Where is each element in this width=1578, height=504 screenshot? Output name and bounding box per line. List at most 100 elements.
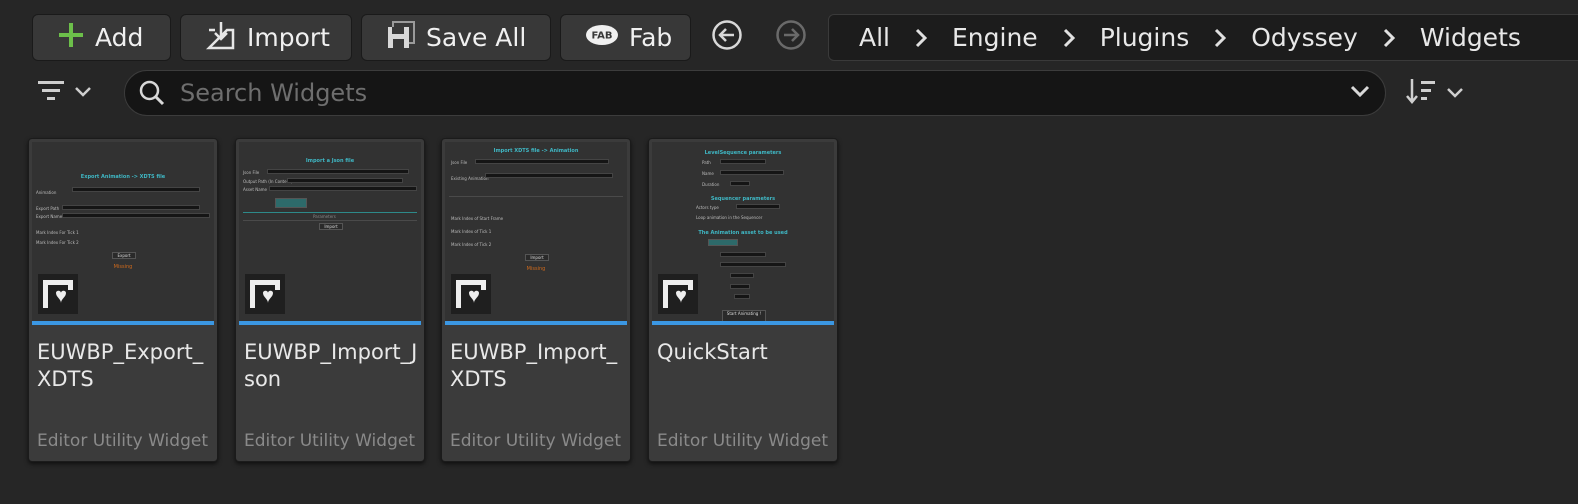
sort-button[interactable] — [1404, 76, 1464, 110]
preview-label: Json File — [451, 160, 468, 165]
preview-field — [720, 159, 766, 164]
chevron-right-icon[interactable] — [914, 28, 928, 48]
breadcrumb-item-engine[interactable]: Engine — [952, 23, 1038, 52]
preview-field — [475, 159, 609, 164]
preview-field — [720, 252, 766, 257]
preview-field — [269, 186, 417, 191]
preview-field — [62, 205, 200, 210]
preview-field — [734, 294, 750, 299]
preview-tab — [708, 239, 738, 246]
import-button[interactable]: Import — [180, 14, 352, 61]
preview-button: Import — [525, 254, 549, 261]
preview-button: Export — [112, 252, 136, 259]
editor-utility-widget-icon — [245, 274, 285, 314]
chevron-down-icon — [1446, 84, 1464, 103]
asset-type-bar — [652, 321, 834, 325]
asset-grid: Export Animation -> XDTS file Animation … — [0, 130, 1578, 504]
chevron-right-icon[interactable] — [1382, 28, 1396, 48]
back-button[interactable] — [710, 20, 744, 54]
asset-tile[interactable]: Import XDTS file -> Animation Json File … — [441, 138, 631, 462]
asset-name: EUWBP_Export_XDTS — [37, 340, 204, 391]
preview-field — [730, 284, 750, 289]
arrow-right-icon — [775, 19, 807, 55]
search-bar — [124, 70, 1386, 116]
preview-status: Missing — [526, 266, 546, 272]
preview-label: Duration — [702, 182, 720, 187]
asset-thumbnail: Import XDTS file -> Animation Json File … — [445, 142, 627, 322]
chevron-down-icon — [1349, 84, 1371, 103]
import-label: Import — [247, 23, 330, 52]
preview-field — [485, 173, 613, 178]
preview-label: Animation — [36, 190, 57, 195]
add-button[interactable]: Add — [32, 14, 171, 61]
asset-tile[interactable]: Import a Json file Json File Output Path… — [235, 138, 425, 462]
asset-thumbnail: LevelSequence parameters Path Name Durat… — [652, 142, 834, 322]
svg-text:FAB: FAB — [591, 31, 612, 42]
preview-field — [72, 187, 200, 192]
breadcrumb-item-plugins[interactable]: Plugins — [1100, 23, 1190, 52]
editor-utility-widget-icon — [38, 274, 78, 314]
filter-icon — [36, 78, 66, 106]
preview-divider — [449, 196, 623, 197]
chevron-down-icon — [74, 83, 92, 102]
preview-label: Export Name — [36, 214, 63, 219]
asset-thumbnail: Import a Json file Json File Output Path… — [239, 142, 421, 322]
preview-label: Mark Index of Tick 1 — [451, 229, 492, 234]
asset-type-bar — [239, 321, 421, 325]
preview-label: Asset Name — [243, 187, 268, 192]
preview-label: Json File — [243, 170, 260, 175]
asset-type: Editor Utility Widget — [37, 431, 208, 451]
editor-utility-widget-icon — [658, 274, 698, 314]
asset-thumbnail: Export Animation -> XDTS file Animation … — [32, 142, 214, 322]
save-all-icon — [386, 20, 416, 56]
preview-label: Mark Index of Start Frame — [451, 216, 504, 221]
preview-field — [736, 204, 780, 209]
fab-label: Fab — [629, 23, 673, 52]
asset-name: EUWBP_Import_XDTS — [450, 340, 618, 391]
preview-section-title: Sequencer parameters — [710, 196, 776, 202]
arrow-left-icon — [711, 19, 743, 55]
asset-tile[interactable]: Export Animation -> XDTS file Animation … — [28, 138, 218, 462]
breadcrumb: All Engine Plugins Odyssey Widgets — [828, 14, 1578, 61]
preview-field — [730, 273, 754, 278]
preview-label: Mark Index For Tick 1 — [36, 230, 79, 235]
search-input[interactable] — [180, 79, 1320, 107]
preview-title: Import XDTS file -> Animation — [493, 148, 579, 154]
preview-field — [730, 181, 750, 186]
editor-utility-widget-icon — [451, 274, 491, 314]
chevron-right-icon[interactable] — [1062, 28, 1076, 48]
filter-button[interactable] — [36, 76, 92, 108]
preview-label: Actors type — [696, 205, 719, 210]
preview-divider — [243, 220, 417, 221]
preview-label: Export Path — [36, 206, 60, 211]
preview-label: Loop animation in the Sequencer — [696, 215, 763, 220]
asset-type: Editor Utility Widget — [244, 431, 415, 451]
chevron-right-icon[interactable] — [1213, 28, 1227, 48]
toolbar: Add Import Save All FAB Fab All Engine P… — [0, 0, 1578, 68]
add-label: Add — [95, 23, 144, 52]
preview-section-title: The Animation asset to be used — [698, 230, 788, 236]
preview-title: Import a Json file — [305, 158, 355, 164]
asset-name: QuickStart — [657, 340, 768, 364]
preview-divider — [243, 212, 417, 213]
asset-type: Editor Utility Widget — [657, 431, 828, 451]
plus-icon — [57, 21, 85, 55]
preview-field — [267, 169, 409, 174]
breadcrumb-item-all[interactable]: All — [859, 23, 890, 52]
preview-title: Export Animation -> XDTS file — [80, 174, 166, 180]
fab-logo-icon: FAB — [585, 23, 619, 52]
save-all-button[interactable]: Save All — [361, 14, 551, 61]
asset-type-bar — [445, 321, 627, 325]
breadcrumb-item-widgets[interactable]: Widgets — [1420, 23, 1521, 52]
asset-name: EUWBP_Import_Json — [244, 340, 418, 391]
preview-field — [720, 262, 786, 267]
sort-icon — [1404, 76, 1438, 110]
breadcrumb-item-odyssey[interactable]: Odyssey — [1251, 23, 1358, 52]
asset-tile[interactable]: LevelSequence parameters Path Name Durat… — [648, 138, 838, 462]
preview-status: Parameters — [313, 214, 336, 219]
fab-button[interactable]: FAB Fab — [560, 14, 691, 61]
search-history-dropdown[interactable] — [1349, 83, 1371, 103]
asset-type: Editor Utility Widget — [450, 431, 621, 451]
asset-type-bar — [32, 321, 214, 325]
forward-button[interactable] — [774, 20, 808, 54]
